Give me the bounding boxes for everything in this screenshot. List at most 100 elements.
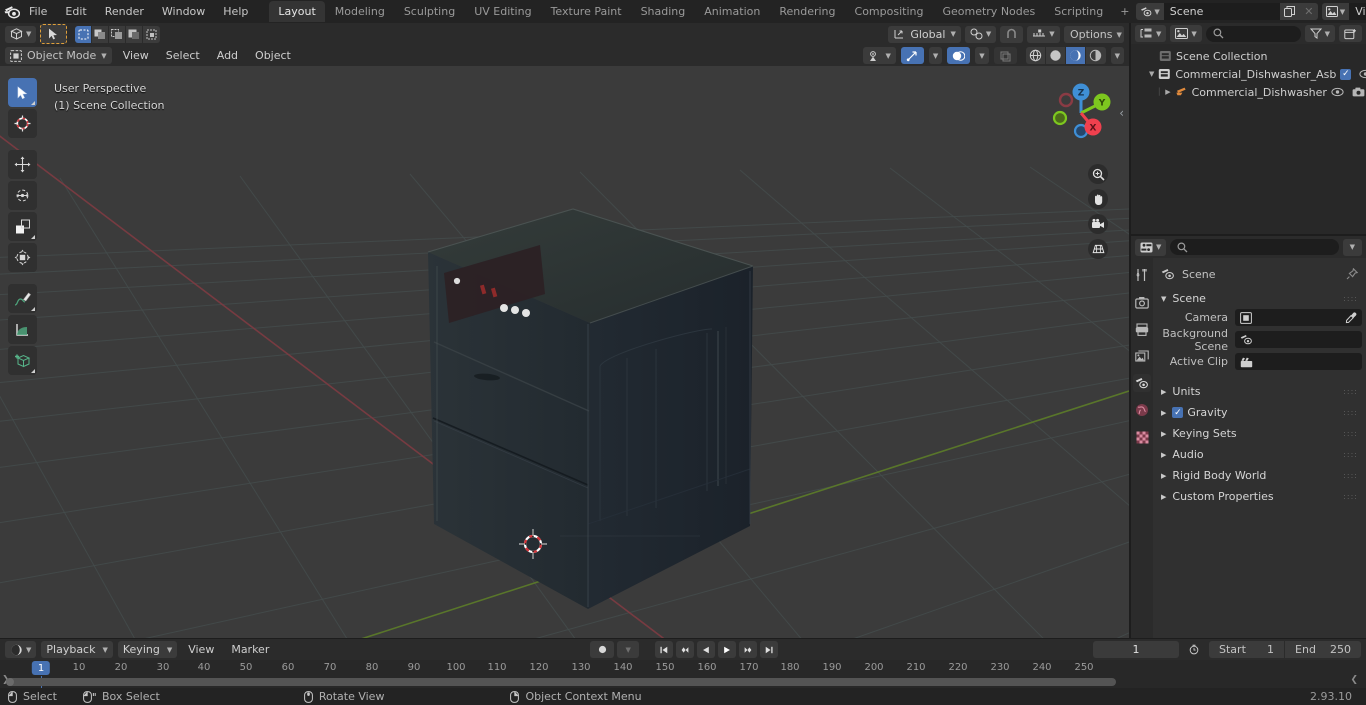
disclosure-right-icon[interactable]: ▶ (1161, 388, 1166, 396)
timeline-ruler[interactable]: 1 10 20 30 40 50 60 70 80 90 100 110 120… (0, 660, 1366, 678)
properties-editor-icon[interactable]: ▼ (1135, 238, 1167, 256)
scrollbar-handle-left[interactable] (6, 678, 14, 686)
tool-annotate[interactable] (8, 284, 37, 313)
camera-render-icon[interactable] (1352, 87, 1365, 97)
tool-tweak[interactable] (8, 78, 37, 107)
navigation-gizmo[interactable]: Z Y X (1046, 78, 1116, 148)
workspace-tab-geometry-nodes[interactable]: Geometry Nodes (933, 1, 1044, 22)
pan-hand-icon[interactable] (1088, 189, 1108, 209)
disclosure-right-icon[interactable]: ▶ (1161, 430, 1166, 438)
workspace-tab-rendering[interactable]: Rendering (770, 1, 844, 22)
start-frame-field[interactable]: Start 1 (1209, 641, 1286, 658)
timeline-collapse-icon[interactable]: ❮ (1350, 675, 1358, 685)
timeline-scrollbar[interactable] (6, 678, 1116, 686)
funnel-filter-icon[interactable]: ▼ (1304, 25, 1335, 42)
workspace-tab-layout[interactable]: Layout (269, 1, 325, 22)
view-layer-name-field[interactable]: View Layer (1349, 3, 1366, 20)
workspace-tab-uv-editing[interactable]: UV Editing (465, 1, 540, 22)
outliner-search-input[interactable] (1205, 25, 1301, 42)
tool-cursor[interactable] (8, 109, 37, 138)
overlays-dropdown[interactable]: ▼ (975, 47, 989, 64)
workspace-tab-shading[interactable]: Shading (632, 1, 695, 22)
tool-transform[interactable] (8, 243, 37, 272)
prev-keyframe-icon[interactable] (676, 641, 695, 658)
timeline-menu-marker[interactable]: Marker (225, 641, 275, 658)
tool-move[interactable] (8, 150, 37, 179)
collection-checkbox[interactable]: ✓ (1340, 68, 1352, 80)
scene-name-field[interactable]: Scene (1163, 3, 1280, 20)
unlink-scene-icon[interactable]: ✕ (1299, 3, 1318, 20)
record-keyframes-icon[interactable] (590, 641, 615, 658)
timeline-body[interactable]: 1 10 20 30 40 50 60 70 80 90 100 110 120… (0, 660, 1366, 688)
properties-options-dropdown[interactable]: ▼ (1342, 238, 1362, 256)
view-layer-selector[interactable]: ▼ View Layer ✕ (1321, 3, 1366, 20)
active-clip-field-input[interactable] (1235, 353, 1362, 370)
transform-orientation-dropdown[interactable]: Global ▼ (888, 25, 961, 43)
properties-tab-view-layer[interactable] (1133, 347, 1151, 365)
end-frame-field[interactable]: End 250 (1285, 641, 1362, 658)
options-dropdown[interactable]: Options ▼ (1064, 26, 1124, 43)
blender-logo-icon[interactable] (4, 3, 20, 21)
select-new-icon[interactable] (75, 25, 93, 43)
gizmo-icon[interactable] (900, 47, 924, 64)
playback-dropdown[interactable]: Playback ▼ (41, 641, 113, 658)
viewport-3d[interactable]: User Perspective (1) Scene Collection Z … (0, 66, 1129, 638)
gravity-checkbox[interactable]: ✓ (1172, 407, 1184, 418)
wireframe-icon[interactable] (1025, 47, 1046, 64)
timeline-editor-icon[interactable]: ▼ (5, 641, 37, 658)
eye-icon[interactable] (1331, 87, 1344, 97)
properties-tab-scene[interactable] (1133, 374, 1151, 392)
field-background-scene[interactable]: Background Scene (1157, 327, 1362, 353)
keying-dropdown[interactable]: Keying ▼ (117, 641, 178, 658)
workspace-tab-texture-paint[interactable]: Texture Paint (542, 1, 631, 22)
overlays-icon[interactable] (947, 47, 971, 64)
editor-type-3dview-icon[interactable]: ▼ (5, 25, 37, 43)
panel-custom-properties[interactable]: ▶ Custom Properties :::: (1157, 486, 1362, 507)
new-collection-icon[interactable] (1339, 25, 1362, 42)
duplicate-icon[interactable] (1279, 3, 1300, 20)
snap-target-dropdown[interactable]: ▼ (964, 25, 997, 43)
disclosure-right-icon[interactable]: ▶ (1161, 451, 1166, 459)
object-mode-dropdown[interactable]: Object Mode ▼ (5, 47, 112, 64)
tool-measure[interactable] (8, 315, 37, 344)
xray-toggle-icon[interactable] (993, 47, 1017, 64)
background-scene-field-input[interactable] (1235, 331, 1362, 348)
record-mode-dropdown[interactable]: ▼ (617, 641, 640, 658)
select-subtract-icon[interactable] (109, 25, 127, 43)
material-preview-icon[interactable] (1065, 47, 1086, 64)
solid-icon[interactable] (1045, 47, 1066, 64)
scene-panel-header[interactable]: ▼ Scene :::: (1157, 288, 1362, 309)
play-reverse-icon[interactable] (697, 641, 716, 658)
disclosure-right-icon[interactable]: ▶ (1161, 472, 1166, 480)
collapse-sidebar-icon[interactable]: ‹ (1119, 106, 1124, 120)
current-frame-field[interactable]: 1 (1093, 641, 1180, 658)
outliner-row-scene-collection[interactable]: Scene Collection (1131, 47, 1366, 65)
panel-gravity[interactable]: ▶ ✓ Gravity :::: (1157, 402, 1362, 423)
scene-icon[interactable]: ▼ (1136, 3, 1164, 20)
outliner-row-collection[interactable]: ▼ Commercial_Dishwasher_Asb ✓ (1131, 65, 1366, 83)
tool-rotate[interactable] (8, 181, 37, 210)
camera-view-icon[interactable] (1088, 214, 1108, 234)
menu-window[interactable]: Window (153, 2, 214, 21)
properties-tab-output[interactable] (1133, 320, 1151, 338)
eye-icon[interactable] (1359, 69, 1366, 79)
timeline-menu-view[interactable]: View (182, 641, 220, 658)
tool-add-cube[interactable] (8, 346, 37, 375)
cursor-select-icon[interactable] (40, 24, 68, 44)
properties-tab-texture[interactable] (1133, 428, 1151, 446)
properties-search-input[interactable] (1170, 239, 1339, 255)
select-invert-icon[interactable] (126, 25, 144, 43)
menu-file[interactable]: File (20, 2, 56, 21)
view-layer-icon[interactable]: ▼ (1321, 3, 1350, 20)
viewport-menu-object[interactable]: Object (249, 47, 297, 64)
play-icon[interactable] (718, 641, 737, 658)
add-workspace-button[interactable]: + (1113, 1, 1136, 22)
viewport-menu-select[interactable]: Select (160, 47, 206, 64)
workspace-tab-scripting[interactable]: Scripting (1045, 1, 1112, 22)
workspace-tab-sculpting[interactable]: Sculpting (395, 1, 464, 22)
field-camera[interactable]: Camera (1157, 309, 1362, 326)
panel-units[interactable]: ▶ Units :::: (1157, 381, 1362, 402)
disclosure-down-icon[interactable]: ▼ (1149, 70, 1154, 78)
panel-rigid-body-world[interactable]: ▶ Rigid Body World :::: (1157, 465, 1362, 486)
camera-field-input[interactable] (1235, 309, 1362, 326)
